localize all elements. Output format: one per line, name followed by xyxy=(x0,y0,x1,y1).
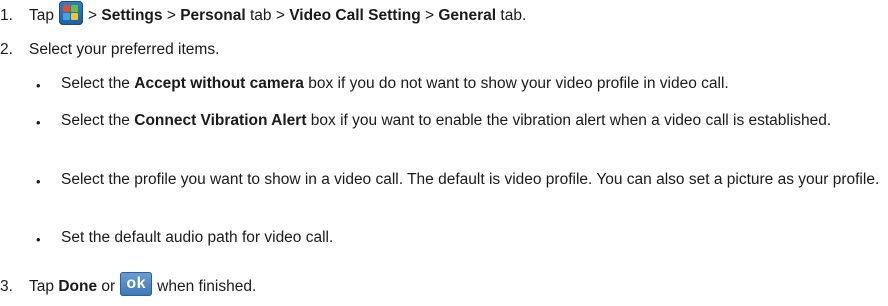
bullet-2-pre: Select the xyxy=(61,112,135,129)
bullet-2-post: box if you want to enable the vibration … xyxy=(306,112,832,129)
ok-button-icon: ok xyxy=(120,272,153,296)
step-3: 3. Tap Done or ok when finished. xyxy=(0,272,257,297)
step-1-sep-3: tab > xyxy=(245,7,290,24)
step-3-tap-text: Tap xyxy=(29,278,59,295)
start-logo-red-quad xyxy=(63,5,70,12)
bullet-symbol: • xyxy=(36,232,41,247)
start-logo-blue-quad xyxy=(63,13,70,20)
step-2-text: Select your preferred items. xyxy=(29,41,220,58)
windows-start-icon xyxy=(59,1,83,25)
bullet-1-post: box if you do not want to show your vide… xyxy=(303,75,729,92)
step-1-general: General xyxy=(438,7,497,24)
start-logo-yellow-quad xyxy=(71,13,78,20)
bullet-1-pre: Select the xyxy=(61,75,135,92)
bullet-1-bold: Accept without camera xyxy=(134,75,304,92)
step-1-sep-4: > xyxy=(420,7,439,24)
step-3-done: Done xyxy=(58,278,98,295)
step-2: 2. Select your preferred items. xyxy=(0,39,219,60)
step-1-sep-5: tab. xyxy=(496,7,527,24)
step-2-number: 2. xyxy=(0,41,13,58)
bullet-2-bold: Connect Vibration Alert xyxy=(134,112,307,129)
bullet-4-text: Set the default audio path for video cal… xyxy=(61,229,334,246)
step-3-finish-text: when finished. xyxy=(157,278,257,295)
step-1: 1. Tap > Settings > Personal tab > Video… xyxy=(0,1,527,26)
step-3-or-text: or xyxy=(97,278,116,295)
step-1-sep-2: > xyxy=(162,7,181,24)
step-1-video-call-setting: Video Call Setting xyxy=(289,7,421,24)
bullet-3-text: Select the profile you want to show in a… xyxy=(61,171,880,188)
step-1-number: 1. xyxy=(0,7,13,24)
start-logo-green-quad xyxy=(71,5,78,12)
bullet-1-text: Select the Accept without camera box if … xyxy=(61,73,887,94)
step-3-number: 3. xyxy=(0,278,13,295)
bullet-symbol: • xyxy=(36,174,41,189)
step-1-tap-text: Tap xyxy=(29,7,54,24)
instruction-document: 1. Tap > Settings > Personal tab > Video… xyxy=(0,0,888,306)
step-1-settings: Settings xyxy=(101,7,163,24)
step-1-personal: Personal xyxy=(180,7,246,24)
step-1-sep-1: > xyxy=(88,7,102,24)
bullet-symbol: • xyxy=(36,115,41,130)
bullet-symbol: • xyxy=(36,78,41,93)
bullet-2-text: Select the Connect Vibration Alert box i… xyxy=(61,110,887,131)
